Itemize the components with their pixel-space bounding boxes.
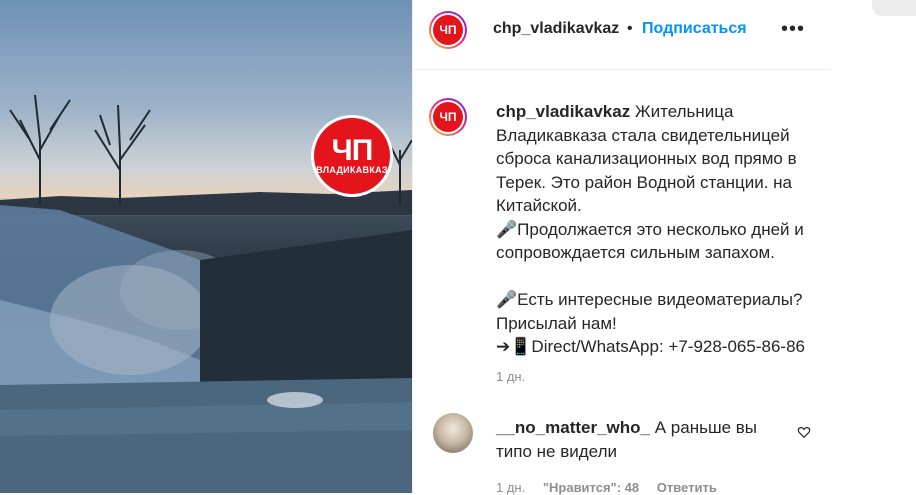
- more-options-icon[interactable]: •••: [781, 18, 805, 41]
- follow-button[interactable]: Подписаться: [642, 20, 747, 38]
- post-header: ЧП chp_vladikavkaz • Подписаться •••: [413, 0, 831, 70]
- header-avatar-text: ЧП: [433, 15, 463, 45]
- caption-avatar[interactable]: ЧП: [429, 98, 467, 136]
- heart-outline-icon[interactable]: [797, 425, 811, 439]
- logo-small-text: ВЛАДИКАВКАЗ: [316, 165, 388, 175]
- caption-text: Жительница Владикавказа стала свидетельн…: [496, 102, 805, 356]
- header-separator: •: [627, 20, 633, 37]
- comment-avatar[interactable]: [433, 413, 473, 453]
- header-avatar[interactable]: ЧП: [429, 11, 467, 49]
- header-username[interactable]: chp_vladikavkaz: [493, 20, 619, 38]
- post-media[interactable]: ЧП ВЛАДИКАВКАЗ: [0, 0, 412, 493]
- comment-username[interactable]: __no_matter_who_: [496, 418, 650, 437]
- post-panel: ЧП chp_vladikavkaz • Подписаться ••• ЧП …: [412, 0, 831, 495]
- logo-big-text: ЧП: [331, 134, 374, 167]
- caption-body: chp_vladikavkaz Жительница Владикавказа …: [496, 100, 816, 359]
- close-button[interactable]: [872, 0, 916, 16]
- comment-body: __no_matter_who_ А раньше вы типо не вид…: [496, 416, 796, 463]
- channel-logo-watermark: ЧП ВЛАДИКАВКАЗ: [311, 115, 393, 197]
- caption-timestamp[interactable]: 1 дн.: [496, 369, 525, 384]
- caption-username[interactable]: chp_vladikavkaz: [496, 102, 630, 121]
- caption-avatar-text: ЧП: [433, 102, 463, 132]
- media-scene: [0, 94, 412, 493]
